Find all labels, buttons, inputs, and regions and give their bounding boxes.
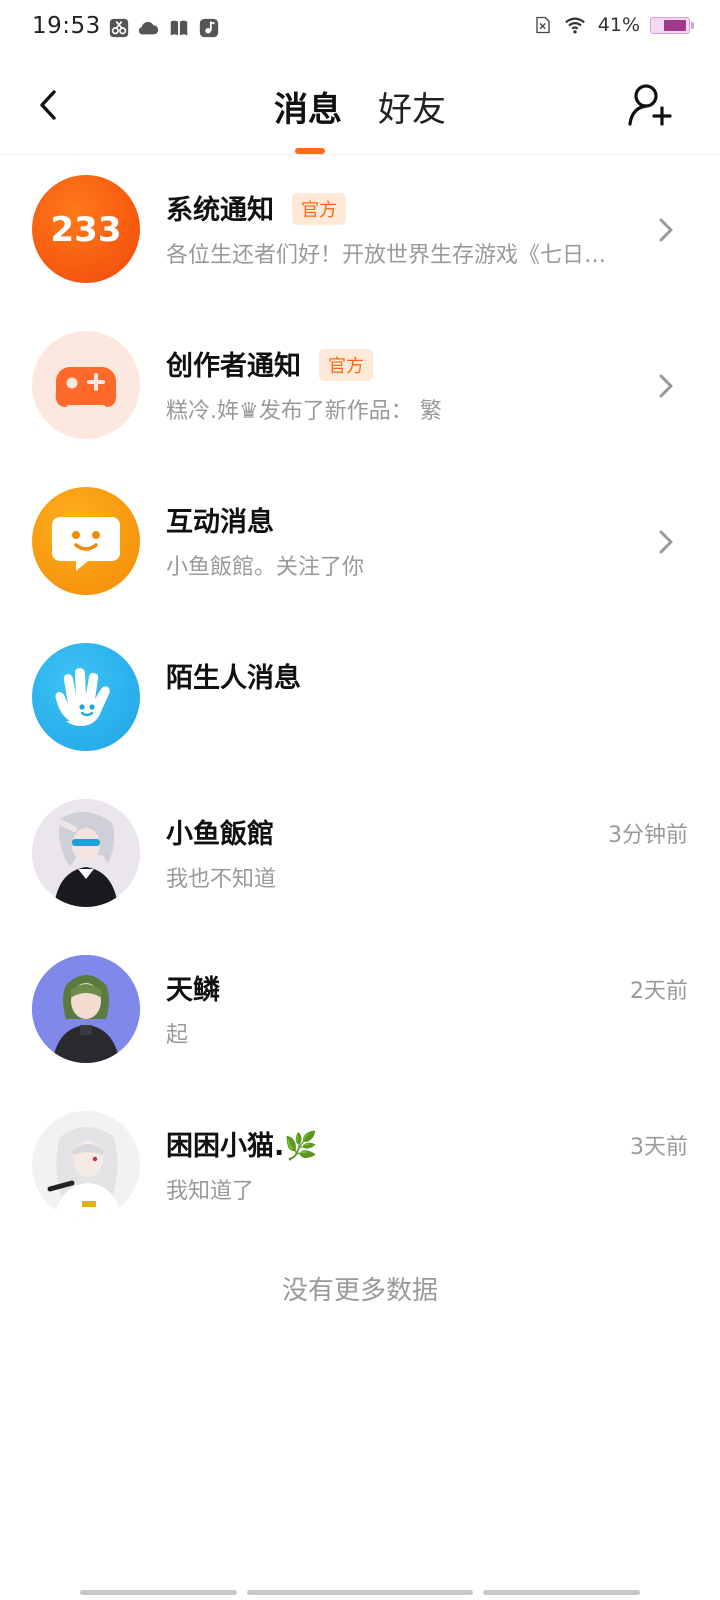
row-title: 困困小猫.🌿 [166, 1131, 318, 1162]
wave-hand-icon [55, 668, 110, 726]
status-time: 19:53 [32, 13, 101, 39]
user-avatar-image [32, 955, 140, 1063]
list-item-stranger-messages[interactable]: 陌生人消息 [0, 623, 720, 779]
wifi-icon [564, 17, 585, 34]
no-more-data-text: 没有更多数据 [281, 1276, 438, 1306]
row-subtitle: 糕冷.姩♛发布了新作品： 繁 [166, 399, 442, 424]
user-avatar-image [32, 799, 140, 907]
row-title: 小鱼飯館 [166, 819, 274, 850]
gesture-hint-left [80, 1590, 237, 1595]
wave-hand-avatar [32, 643, 140, 751]
add-user-icon[interactable] [626, 78, 674, 130]
chat-bubble-avatar [32, 487, 140, 595]
gesture-hint-center [247, 1590, 473, 1595]
list-item-interaction[interactable]: 互动消息 小鱼飯館。关注了你 [0, 467, 720, 623]
chevron-right-icon [659, 218, 673, 242]
row-title: 陌生人消息 [166, 663, 301, 694]
tab-messages[interactable]: 消息 [274, 82, 342, 131]
message-list: 233 系统通知 官方 各位生还者们好！开放世界生存游戏《七日… 创作者通知 官方 … [0, 155, 720, 1247]
list-item-system-notice[interactable]: 233 系统通知 官方 各位生还者们好！开放世界生存游戏《七日… [0, 155, 720, 311]
tab-friends[interactable]: 好友 [378, 82, 446, 131]
svg-text:233: 233 [51, 210, 122, 250]
row-title-text: 系统通知 [166, 195, 274, 226]
chevron-right-icon [659, 374, 673, 398]
row-title: 创作者通知 官方 [166, 344, 373, 383]
row-timestamp: 3分钟前 [608, 823, 688, 848]
user-avatar-image [32, 1111, 140, 1219]
row-subtitle: 我也不知道 [166, 867, 277, 892]
row-timestamp: 3天前 [630, 1135, 688, 1160]
row-title: 系统通知 官方 [166, 188, 346, 227]
row-subtitle: 小鱼飯館。关注了你 [166, 555, 365, 580]
list-item-chat[interactable]: 困困小猫.🌿 我知道了 3天前 [0, 1091, 720, 1247]
scissors-icon [109, 18, 129, 38]
chat-bubble-icon [52, 517, 120, 571]
list-item-creator-notice[interactable]: 创作者通知 官方 糕冷.姩♛发布了新作品： 繁 [0, 311, 720, 467]
top-navigation-bar: 消息 好友 [0, 58, 720, 155]
status-bar: 19:53 41% [0, 0, 720, 58]
sim-error-icon [536, 16, 550, 34]
row-subtitle: 起 [166, 1023, 189, 1048]
row-subtitle: 我知道了 [166, 1179, 255, 1204]
battery-icon [650, 16, 694, 34]
gamepad-avatar [32, 331, 140, 439]
user-avatar [32, 1111, 140, 1219]
notification-icons [108, 17, 220, 39]
active-tab-indicator [295, 148, 325, 154]
music-icon [199, 18, 219, 38]
cloud-icon [138, 21, 159, 35]
book-icon [170, 20, 188, 36]
official-badge: 官方 [319, 349, 373, 381]
user-avatar [32, 799, 140, 907]
battery-tip [691, 21, 694, 29]
system-status-icons: 41% [534, 14, 694, 36]
battery-percent: 41% [597, 14, 640, 36]
row-subtitle: 各位生还者们好！开放世界生存游戏《七日… [166, 243, 607, 268]
user-avatar [32, 955, 140, 1063]
233-logo: 233 [51, 210, 122, 250]
row-timestamp: 2天前 [630, 979, 688, 1004]
233-logo-avatar: 233 [32, 175, 140, 283]
row-title: 天鳞 [166, 975, 220, 1006]
back-button[interactable] [26, 80, 70, 128]
battery-level [664, 19, 686, 31]
list-item-chat[interactable]: 天鳞 起 2天前 [0, 935, 720, 1091]
gamepad-icon [55, 367, 117, 407]
list-item-chat[interactable]: 小鱼飯館 我也不知道 3分钟前 [0, 779, 720, 935]
chevron-right-icon [659, 530, 673, 554]
row-title: 互动消息 [166, 507, 274, 538]
gesture-hint-right [483, 1590, 640, 1595]
official-badge: 官方 [292, 193, 346, 225]
row-title-text: 创作者通知 [166, 351, 301, 382]
